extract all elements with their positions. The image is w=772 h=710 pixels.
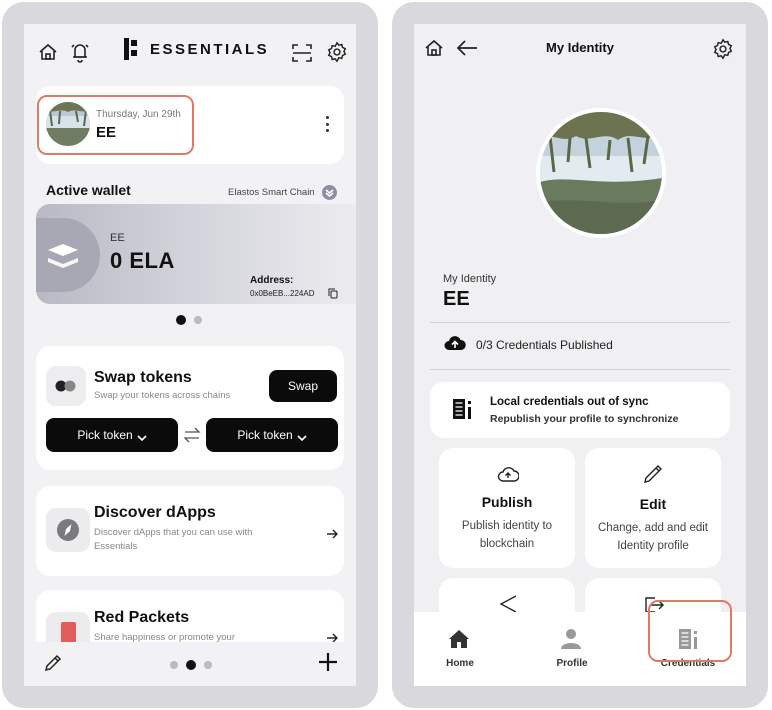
- swap-icon-box: [46, 366, 86, 406]
- publish-description: Publish identity to blockchain: [461, 520, 553, 551]
- network-chevron-icon[interactable]: [322, 185, 337, 200]
- tab-home-label: Home: [446, 658, 474, 669]
- avatar[interactable]: [46, 102, 90, 146]
- divider: [430, 369, 730, 370]
- cloud-upload-icon: [444, 334, 466, 352]
- pick-token-from-button[interactable]: Pick token: [46, 418, 178, 452]
- swap-button[interactable]: Swap: [269, 370, 337, 402]
- identity-label: My Identity: [443, 273, 497, 285]
- essentials-logo-mark: [124, 38, 138, 60]
- arrow-right-icon[interactable]: [326, 526, 338, 539]
- identity-name: EE: [443, 288, 470, 310]
- scan-icon[interactable]: [291, 42, 313, 64]
- credentials-highlight-outline: [648, 600, 732, 662]
- essentials-logo: ESSENTIALS: [124, 38, 269, 60]
- discover-subtitle: Discover dApps that you can use with Ess…: [94, 527, 253, 553]
- elastos-logo-icon: [48, 244, 78, 268]
- pick-token-label: Pick token: [77, 428, 133, 442]
- avatar-large[interactable]: [540, 112, 662, 234]
- bell-icon[interactable]: [70, 41, 90, 63]
- chevron-down-icon: [297, 431, 307, 442]
- home-page-indicator[interactable]: [170, 660, 212, 670]
- phone-frame-left: ESSENTIALS Thursday, Jun 29th EE Active …: [2, 2, 378, 708]
- wallet-page-indicator[interactable]: [176, 315, 202, 325]
- plus-icon[interactable]: [318, 652, 338, 672]
- bottom-bar: [24, 642, 356, 686]
- profile-name: EE: [96, 124, 117, 141]
- copy-icon[interactable]: [328, 288, 338, 299]
- swap-direction-icon[interactable]: [182, 426, 202, 444]
- edit-title: Edit: [639, 496, 667, 512]
- arrow-right-icon[interactable]: [326, 630, 338, 643]
- document-list-icon: [452, 398, 472, 420]
- home-filled-icon: [448, 628, 470, 650]
- wallet-name: EE: [110, 232, 125, 244]
- share-icon: [497, 594, 519, 614]
- active-wallet-title: Active wallet: [46, 182, 131, 198]
- pencil-icon[interactable]: [44, 654, 62, 672]
- discover-title: Discover dApps: [94, 504, 216, 521]
- phone-frame-right: My Identity My Identity EE 0/3 Credentia…: [392, 2, 768, 708]
- sync-notice-title: Local credentials out of sync: [490, 396, 649, 408]
- publish-title: Publish: [481, 494, 533, 510]
- pencil-icon: [643, 464, 663, 484]
- token-pair-icon: [54, 380, 78, 392]
- pick-token-label: Pick token: [237, 428, 293, 442]
- cloud-upload-outline-icon: [497, 464, 519, 484]
- compass-icon-box: [46, 508, 90, 552]
- my-identity-screen: My Identity My Identity EE 0/3 Credentia…: [414, 24, 746, 686]
- swap-subtitle: Swap your tokens across chains: [94, 390, 231, 401]
- compass-icon: [56, 518, 80, 542]
- chevron-down-icon: [137, 431, 147, 442]
- page-title: My Identity: [546, 40, 614, 55]
- address-label: Address:: [250, 275, 294, 286]
- swap-title: Swap tokens: [94, 369, 192, 386]
- wallet-balance: 0 ELA: [110, 248, 175, 273]
- tab-profile-label: Profile: [556, 658, 588, 669]
- sync-notice-subtitle: Republish your profile to synchronize: [490, 413, 679, 425]
- essentials-home-screen: ESSENTIALS Thursday, Jun 29th EE Active …: [24, 24, 356, 686]
- home-icon[interactable]: [38, 42, 58, 62]
- red-packets-title: Red Packets: [94, 609, 190, 626]
- pick-token-to-button[interactable]: Pick token: [206, 418, 338, 452]
- edit-description: Change, add and edit Identity profile: [598, 522, 708, 553]
- sync-notice-card[interactable]: [430, 382, 730, 438]
- gear-icon[interactable]: [326, 41, 348, 63]
- person-icon: [560, 628, 582, 650]
- wallet-address: 0x0BeEB...224AD: [250, 289, 315, 298]
- gear-icon[interactable]: [712, 38, 734, 60]
- divider: [430, 322, 730, 323]
- logo-text: ESSENTIALS: [150, 40, 270, 58]
- profile-date: Thursday, Jun 29th: [96, 109, 181, 120]
- more-options-icon[interactable]: [324, 116, 330, 132]
- credentials-published-status: 0/3 Credentials Published: [476, 338, 613, 352]
- network-name[interactable]: Elastos Smart Chain: [228, 187, 315, 198]
